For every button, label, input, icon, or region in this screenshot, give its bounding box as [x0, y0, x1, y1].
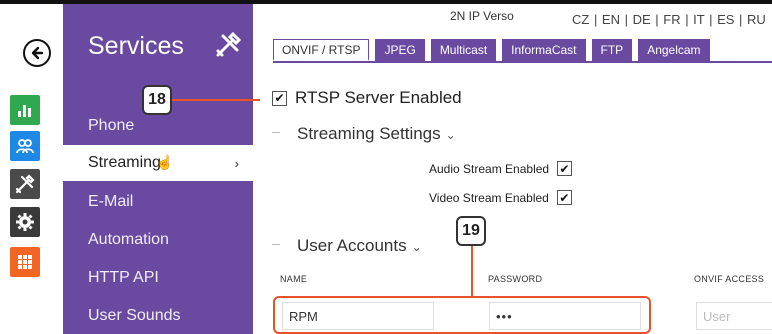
sidebar-item-email[interactable]: E-Mail	[63, 184, 253, 220]
audio-stream-checkbox[interactable]: ✔	[557, 161, 573, 176]
sidebar-item-label: E-Mail	[88, 193, 134, 210]
user-accounts-header[interactable]: User Accounts ⌄	[297, 236, 422, 256]
services-tools-icon[interactable]	[10, 169, 40, 199]
annotation-highlight-box	[273, 296, 651, 334]
streaming-settings-header[interactable]: Streaming Settings ⌄	[297, 124, 456, 144]
sidebar-item-label: HTTP API	[88, 269, 159, 286]
device-model: 2N IP Verso	[450, 9, 514, 23]
tools-icon	[213, 30, 243, 60]
video-stream-row: Video Stream Enabled ✔	[429, 190, 572, 205]
annotation-callout: 18	[142, 85, 172, 115]
rtsp-server-row: ✔ RTSP Server Enabled	[272, 88, 462, 108]
icon-rail	[0, 4, 63, 334]
tab-informacast[interactable]: InformaCast	[502, 39, 586, 61]
tab-ftp[interactable]: FTP	[591, 39, 633, 61]
column-header-onvif-access: ONVIF ACCESS	[694, 274, 765, 284]
users-icon[interactable]	[10, 131, 40, 161]
tab-onvif-rtsp[interactable]: ONVIF / RTSP	[273, 39, 370, 61]
rtsp-server-label: RTSP Server Enabled	[295, 88, 462, 107]
section-dash	[272, 132, 280, 133]
user-accounts-label: User Accounts	[297, 236, 407, 255]
rtsp-server-checkbox[interactable]: ✔	[272, 90, 287, 106]
column-header-name: NAME	[280, 274, 308, 284]
status-chart-icon[interactable]	[10, 95, 40, 125]
sidebar-item-label: Phone	[88, 117, 135, 134]
sidebar-item-label: User Sounds	[88, 307, 181, 324]
tab-angelcam[interactable]: Angelcam	[638, 39, 710, 61]
sidebar-item-streaming[interactable]: Streaming ☝ ›	[63, 145, 253, 181]
language-selector[interactable]: CZ | EN | DE | FR | IT | ES | RU	[572, 12, 766, 27]
chevron-down-icon: ⌄	[411, 240, 422, 254]
tab-jpeg[interactable]: JPEG	[375, 39, 425, 61]
section-dash	[272, 244, 280, 245]
video-stream-label: Video Stream Enabled	[429, 190, 549, 205]
column-header-password: PASSWORD	[488, 274, 543, 284]
grid-apps-icon[interactable]	[10, 247, 40, 277]
annotation-line	[172, 99, 260, 101]
sidebar-item-user-sounds[interactable]: User Sounds	[63, 298, 253, 334]
sidebar-item-automation[interactable]: Automation	[63, 222, 253, 258]
annotation-callout: 19	[456, 216, 486, 246]
settings-gear-icon[interactable]	[10, 207, 40, 237]
chevron-down-icon: ⌄	[445, 128, 456, 142]
audio-stream-row: Audio Stream Enabled ✔	[429, 161, 573, 176]
tab-bar: ONVIF / RTSP JPEG Multicast InformaCast …	[273, 39, 710, 61]
tab-multicast[interactable]: Multicast	[430, 39, 497, 61]
hand-cursor-icon: ☝	[156, 154, 174, 170]
onvif-access-select[interactable]: User	[696, 302, 772, 330]
back-icon[interactable]	[23, 39, 51, 67]
services-title: Services	[88, 32, 184, 60]
annotation-line	[471, 246, 473, 296]
sidebar-item-label: Streaming	[88, 154, 161, 171]
sidebar-item-http-api[interactable]: HTTP API	[63, 260, 253, 296]
tab-underline	[273, 61, 772, 63]
video-stream-checkbox[interactable]: ✔	[556, 190, 572, 205]
audio-stream-label: Audio Stream Enabled	[429, 161, 550, 176]
streaming-settings-label: Streaming Settings	[297, 124, 441, 143]
services-panel: Services Phone Streaming ☝ › E-Mail Auto…	[63, 4, 253, 334]
sidebar-item-label: Automation	[88, 231, 169, 248]
chevron-right-icon: ›	[234, 155, 239, 171]
